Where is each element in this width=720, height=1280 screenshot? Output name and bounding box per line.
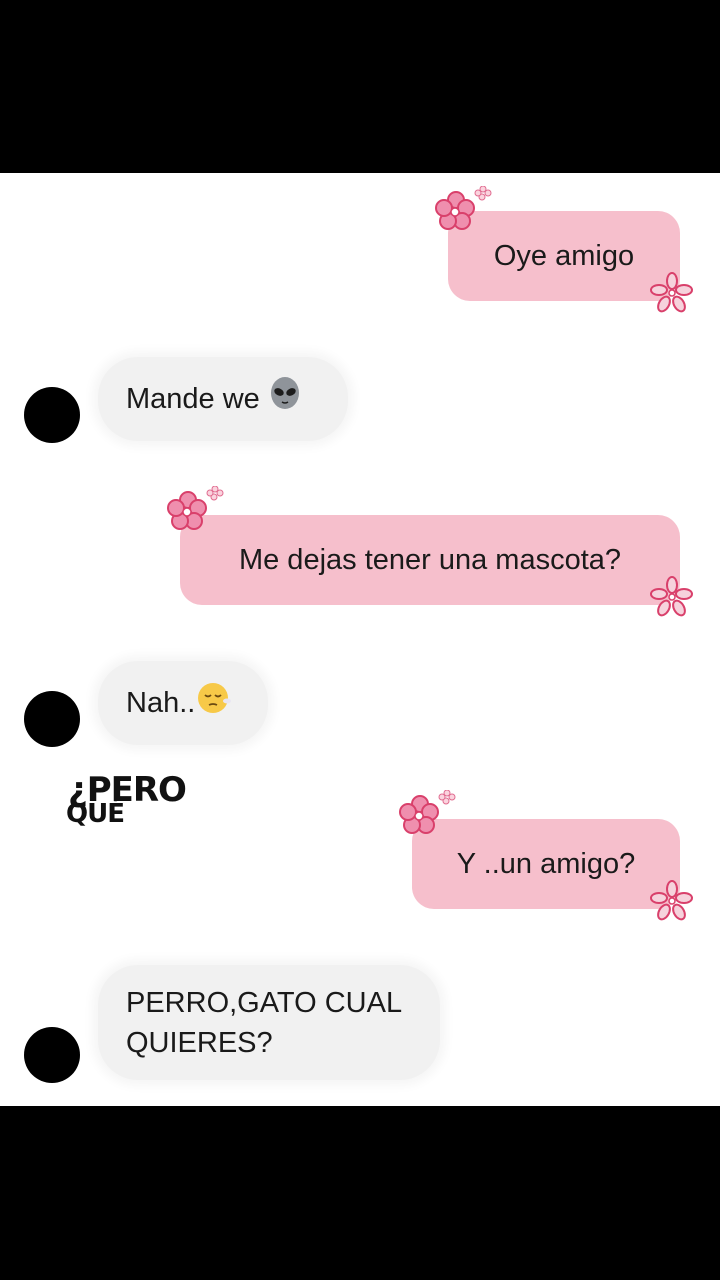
flower-decoration-icon: [650, 576, 693, 617]
top-black-bar: [0, 0, 720, 173]
avatar[interactable]: [24, 1027, 80, 1083]
received-message-bubble[interactable]: PERRO,GATO CUAL QUIERES?: [98, 965, 440, 1080]
sticker-line2: QUÉ: [66, 799, 125, 829]
flower-decoration-icon: [650, 880, 693, 921]
avatar[interactable]: [24, 387, 80, 443]
bottom-black-bar: [0, 1106, 720, 1280]
message-text: PERRO,GATO CUAL QUIERES?: [126, 986, 402, 1059]
message-text: Oye amigo: [493, 240, 635, 272]
received-message-bubble[interactable]: Nah..: [98, 661, 268, 745]
pero-que-sticker[interactable]: ¿PERO QUÉ: [66, 770, 196, 836]
message-text: Nah..: [126, 687, 196, 719]
flower-decoration-icon: [167, 486, 224, 530]
flower-decoration-icon: [399, 790, 456, 834]
pensive-face-emoji-icon: [197, 681, 232, 726]
sent-message-bubble[interactable]: Me dejas tener una mascota?: [180, 515, 680, 605]
received-message-bubble[interactable]: Mande we: [98, 357, 348, 441]
flower-decoration-icon: [435, 186, 492, 230]
screen: Oye amigo Mande we Me dejas tener una ma…: [0, 0, 720, 1280]
message-text: Me dejas tener una mascota?: [238, 544, 622, 576]
message-text: Mande we: [126, 383, 260, 415]
flower-decoration-icon: [650, 272, 693, 313]
message-text: Y ..un amigo?: [456, 848, 636, 880]
avatar[interactable]: [24, 691, 80, 747]
alien-emoji-icon: [268, 376, 302, 422]
